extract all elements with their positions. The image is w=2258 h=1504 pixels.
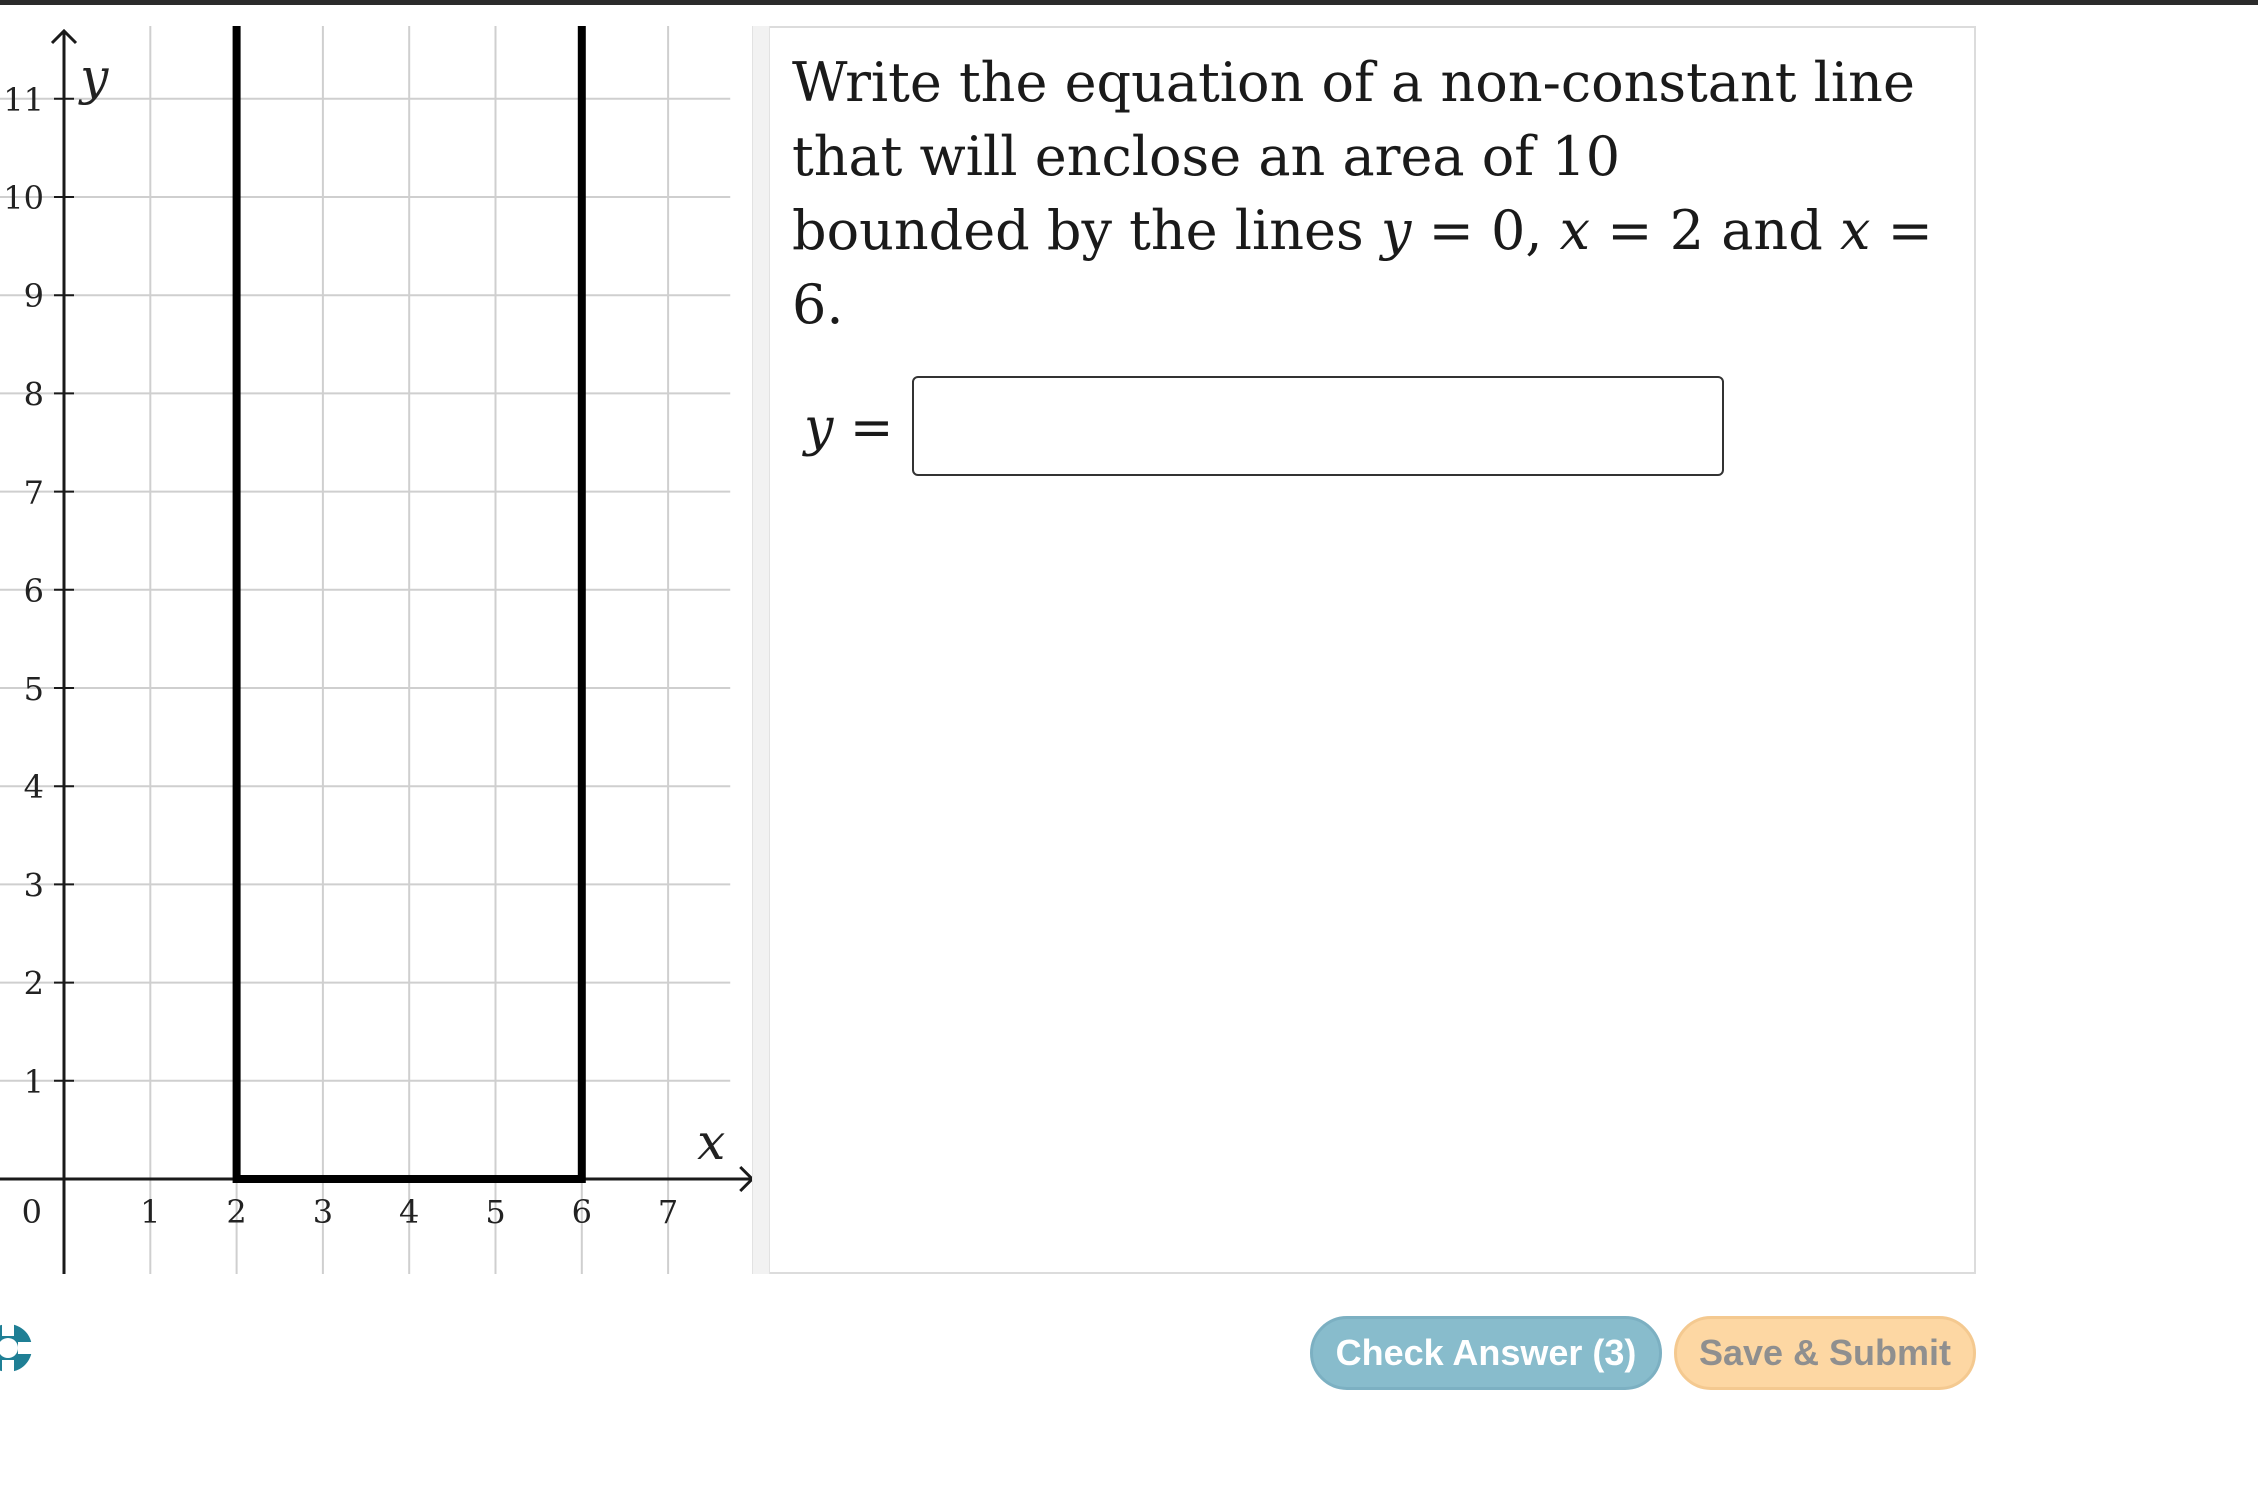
question-line-3-prefix: bounded by the lines	[792, 199, 1381, 262]
help-lifebuoy-icon[interactable]	[0, 1318, 34, 1378]
save-submit-button[interactable]: Save & Submit	[1674, 1316, 1976, 1390]
y-tick-label: 9	[24, 277, 44, 315]
answer-input[interactable]	[912, 376, 1724, 476]
y-tick-label: 4	[24, 768, 44, 806]
x-tick-label: 7	[658, 1193, 678, 1231]
question-line-2: that will enclose an area of 10	[792, 125, 1621, 188]
y-tick-label: 11	[3, 81, 44, 119]
panel-divider[interactable]	[752, 26, 770, 1274]
question-panel: Write the equation of a non-constant lin…	[770, 26, 1976, 1274]
x-tick-label: 3	[313, 1193, 333, 1231]
question-line-3: bounded by the lines y = 0, x = 2 and x …	[792, 194, 1952, 342]
answer-label-eq: =	[833, 398, 894, 458]
origin-label: 0	[22, 1193, 42, 1231]
y-axis-label: y	[78, 48, 109, 106]
y-tick-label: 7	[24, 474, 44, 512]
y-tick-label: 2	[24, 965, 44, 1003]
math-eq-x-left: = 2 and	[1590, 199, 1840, 262]
top-bar	[0, 0, 2258, 5]
check-answer-button[interactable]: Check Answer (3)	[1310, 1316, 1662, 1390]
y-tick-label: 8	[24, 375, 44, 413]
y-tick-label: 5	[24, 670, 44, 708]
math-var-x-left: x	[1559, 199, 1591, 262]
y-tick-label: 10	[3, 179, 44, 217]
y-tick-label: 6	[24, 572, 44, 610]
math-eq-y: = 0,	[1411, 199, 1560, 262]
coordinate-graph[interactable]: 1 2 3 4 5 6 7 1 2 3 4 5 6 7 8 9 10 11 0 y x	[0, 26, 770, 1274]
question-text: Write the equation of a non-constant lin…	[792, 46, 1952, 342]
x-tick-label: 5	[485, 1193, 505, 1231]
math-var-y: y	[1380, 199, 1412, 262]
y-tick-label: 3	[24, 866, 44, 904]
math-var-x-right: x	[1839, 199, 1871, 262]
x-axis-label: x	[697, 1113, 725, 1171]
x-tick-label: 4	[399, 1193, 419, 1231]
question-line-1: Write the equation of a non-constant lin…	[792, 51, 1915, 114]
graph-panel[interactable]: 1 2 3 4 5 6 7 1 2 3 4 5 6 7 8 9 10 11 0 y x	[0, 26, 770, 1274]
answer-label-var: y	[804, 398, 834, 458]
x-tick-label: 1	[140, 1193, 160, 1231]
x-tick-label: 6	[572, 1193, 592, 1231]
x-tick-label: 2	[226, 1193, 246, 1231]
y-tick-label: 1	[24, 1063, 44, 1101]
answer-label: y =	[804, 398, 894, 458]
